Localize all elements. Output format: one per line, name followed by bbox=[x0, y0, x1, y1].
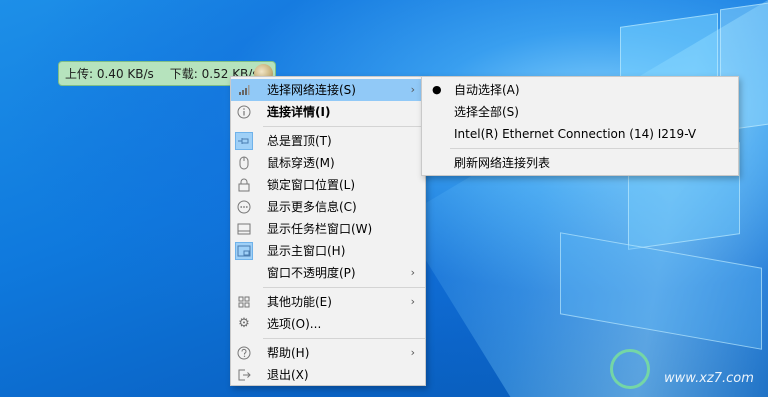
pin-icon bbox=[235, 132, 253, 150]
menu-item-show-more-info[interactable]: 显示更多信息(C) bbox=[231, 196, 425, 218]
network-submenu: ● 自动选择(A) 选择全部(S) Intel(R) Ethernet Conn… bbox=[421, 76, 739, 176]
menu-item-label: 其他功能(E) bbox=[267, 295, 332, 309]
menu-item-label: 选择全部(S) bbox=[454, 105, 519, 119]
menu-item-label: 选项(O)... bbox=[267, 317, 322, 331]
site-watermark: www.xz7.com bbox=[610, 345, 760, 393]
menu-item-other-functions[interactable]: 其他功能(E) › bbox=[231, 291, 425, 313]
menu-separator bbox=[263, 126, 425, 127]
menu-item-exit[interactable]: 退出(X) bbox=[231, 364, 425, 386]
menu-separator bbox=[450, 148, 738, 149]
menu-item-label: 选择网络连接(S) bbox=[267, 83, 356, 97]
menu-item-label: 刷新网络连接列表 bbox=[454, 156, 551, 170]
mouse-icon bbox=[235, 154, 253, 172]
upload-speed: 上传: 0.40 KB/s bbox=[65, 67, 154, 81]
menu-item-label: 窗口不透明度(P) bbox=[267, 266, 356, 280]
signal-icon bbox=[235, 81, 253, 99]
menu-item-label: 显示任务栏窗口(W) bbox=[267, 222, 373, 236]
submenu-item-refresh-list[interactable]: 刷新网络连接列表 bbox=[422, 152, 738, 174]
menu-item-lock-position[interactable]: 锁定窗口位置(L) bbox=[231, 174, 425, 196]
menu-item-help[interactable]: 帮助(H) › bbox=[231, 342, 425, 364]
submenu-item-ethernet-adapter[interactable]: Intel(R) Ethernet Connection (14) I219-V bbox=[422, 123, 738, 145]
menu-item-label: 显示主窗口(H) bbox=[267, 244, 346, 258]
menu-item-window-opacity[interactable]: 窗口不透明度(P) › bbox=[231, 262, 425, 284]
watermark-url: www.xz7.com bbox=[664, 371, 754, 386]
chevron-right-icon: › bbox=[410, 295, 415, 308]
menu-item-label: 总是置顶(T) bbox=[267, 134, 332, 148]
chevron-right-icon: › bbox=[410, 266, 415, 279]
window-icon bbox=[235, 242, 253, 260]
menu-item-show-taskbar-window[interactable]: 显示任务栏窗口(W) bbox=[231, 218, 425, 240]
chevron-right-icon: › bbox=[410, 346, 415, 359]
menu-item-show-main-window[interactable]: 显示主窗口(H) bbox=[231, 240, 425, 262]
menu-item-select-network[interactable]: 选择网络连接(S) › bbox=[231, 79, 425, 101]
grid-icon bbox=[235, 293, 253, 311]
menu-separator bbox=[263, 338, 425, 339]
menu-item-always-on-top[interactable]: 总是置顶(T) bbox=[231, 130, 425, 152]
chevron-right-icon: › bbox=[410, 83, 415, 96]
exit-icon bbox=[235, 366, 253, 384]
watermark-logo-icon bbox=[610, 349, 650, 389]
menu-item-label: 显示更多信息(C) bbox=[267, 200, 357, 214]
menu-item-label: 自动选择(A) bbox=[454, 83, 520, 97]
help-icon bbox=[235, 344, 253, 362]
radio-bullet-icon: ● bbox=[432, 83, 442, 96]
submenu-item-auto-select[interactable]: ● 自动选择(A) bbox=[422, 79, 738, 101]
menu-item-label: 帮助(H) bbox=[267, 346, 310, 360]
menu-item-label: 锁定窗口位置(L) bbox=[267, 178, 356, 192]
menu-separator bbox=[263, 287, 425, 288]
menu-item-options[interactable]: ⚙ 选项(O)... bbox=[231, 313, 425, 335]
submenu-item-select-all[interactable]: 选择全部(S) bbox=[422, 101, 738, 123]
menu-item-label: Intel(R) Ethernet Connection (14) I219-V bbox=[454, 127, 697, 141]
taskbar-icon bbox=[235, 220, 253, 238]
menu-item-mouse-through[interactable]: 鼠标穿透(M) bbox=[231, 152, 425, 174]
context-menu: 选择网络连接(S) › 连接详情(I) 总是置顶(T) 鼠标穿透(M) 锁定窗口… bbox=[230, 76, 426, 386]
menu-item-label: 鼠标穿透(M) bbox=[267, 156, 335, 170]
menu-item-label: 退出(X) bbox=[267, 368, 309, 382]
menu-item-connection-details[interactable]: 连接详情(I) bbox=[231, 101, 425, 123]
lock-icon bbox=[235, 176, 253, 194]
info-icon bbox=[235, 103, 253, 121]
gear-icon: ⚙ bbox=[238, 316, 250, 331]
menu-item-label: 连接详情(I) bbox=[267, 105, 331, 119]
more-icon bbox=[235, 198, 253, 216]
